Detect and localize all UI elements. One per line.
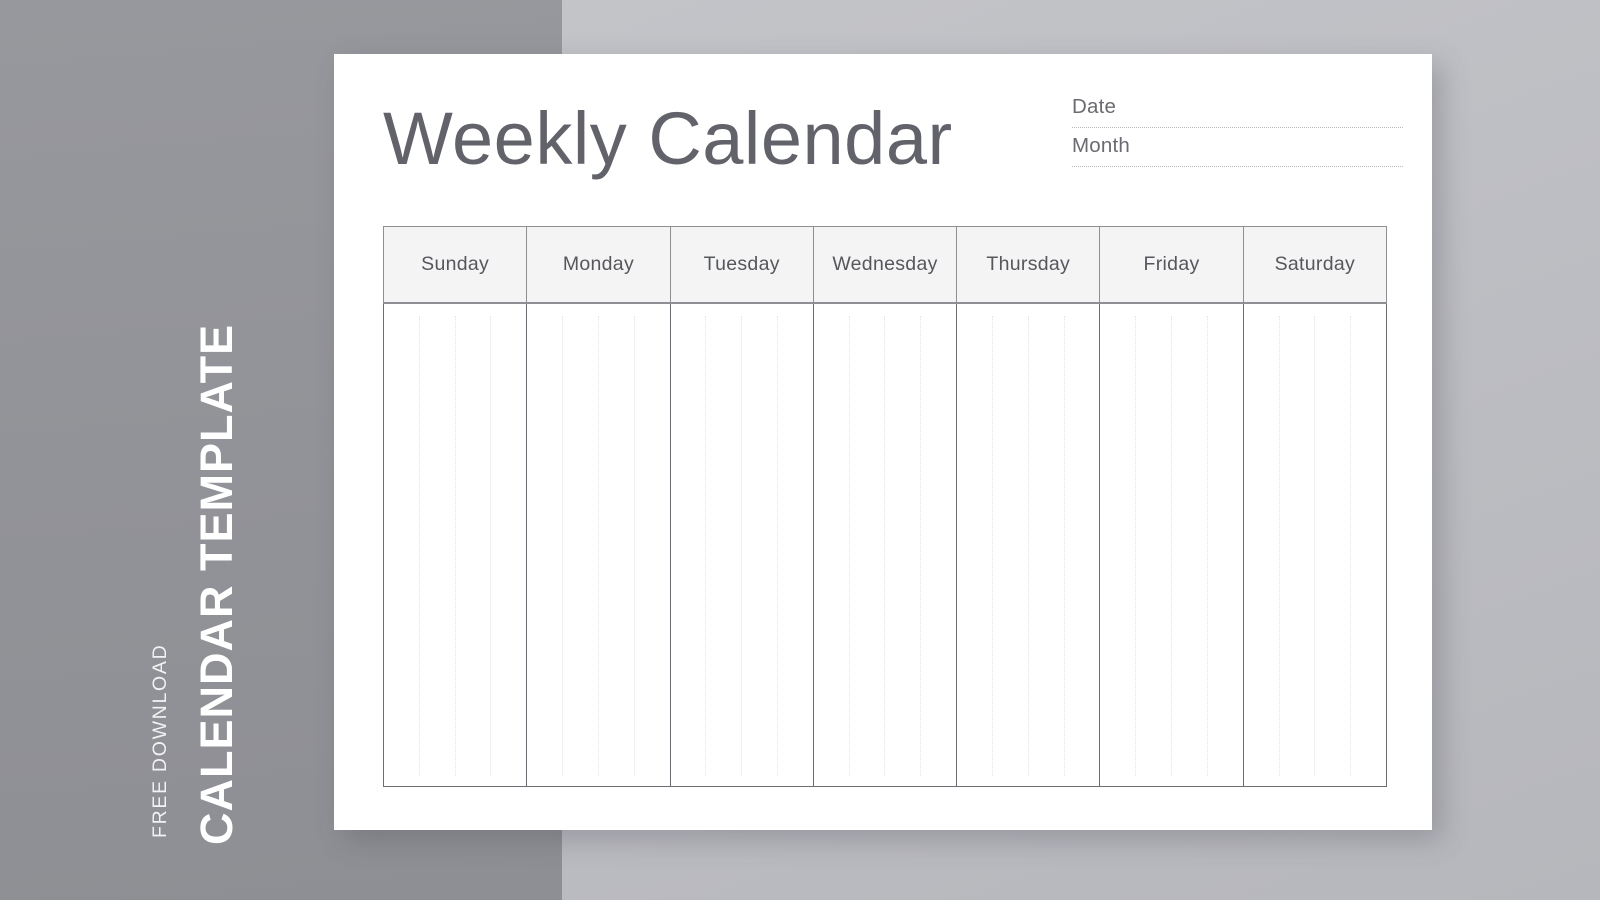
day-header-sunday: Sunday [382,226,528,304]
guide-line [1314,316,1316,776]
guide-line [848,316,850,776]
weekly-calendar-table: Sunday Monday Tuesday Wednesday Thursday… [382,226,1388,787]
meta-fields: Date Month [1072,92,1403,170]
day-cell-sunday[interactable] [382,303,528,787]
guide-line [991,316,993,776]
day-cell-friday[interactable] [1099,303,1244,787]
guide-line [490,316,492,776]
date-field-row: Date [1072,92,1403,131]
guide-line [920,316,922,776]
date-field-label: Date [1072,95,1117,118]
day-cell-thursday[interactable] [956,303,1101,787]
day-header-saturday: Saturday [1242,226,1388,304]
cell-guide-lines [527,316,669,776]
guide-line [1063,316,1065,776]
guide-line [1350,316,1352,776]
month-field-row: Month [1072,131,1403,170]
day-header-tuesday: Tuesday [669,226,814,304]
day-header-wednesday: Wednesday [812,226,958,304]
cell-guide-lines [814,316,956,776]
calendar-body-row [382,303,1388,787]
cell-guide-lines [671,316,813,776]
guide-line [597,316,599,776]
calendar-header-row: Sunday Monday Tuesday Wednesday Thursday… [382,226,1388,304]
day-header-thursday: Thursday [956,226,1101,304]
day-header-monday: Monday [526,226,671,304]
day-cell-monday[interactable] [526,303,671,787]
guide-line [1171,316,1173,776]
guide-line [1278,316,1280,776]
day-cell-tuesday[interactable] [669,303,814,787]
cell-guide-lines [1100,316,1242,776]
cell-guide-lines [1244,316,1386,776]
guide-line [454,316,456,776]
guide-line [1135,316,1137,776]
guide-line [562,316,564,776]
day-header-friday: Friday [1099,226,1244,304]
guide-line [741,316,743,776]
month-field-label: Month [1072,134,1130,157]
guide-line [1027,316,1029,776]
date-field-rule[interactable] [1072,127,1403,128]
day-cell-saturday[interactable] [1242,303,1388,787]
day-cell-wednesday[interactable] [812,303,958,787]
guide-line [884,316,886,776]
guide-line [777,316,778,776]
poster-stage: FREE DOWNLOAD CALENDAR TEMPLATE Weekly C… [0,0,1600,900]
page-title: Weekly Calendar [383,97,953,180]
month-field-rule[interactable] [1072,166,1403,167]
cell-guide-lines [957,316,1099,776]
guide-line [1206,316,1208,776]
calendar-sheet: Weekly Calendar Date Month Sunday Monday… [334,54,1432,830]
guide-line [418,316,420,776]
cell-guide-lines [384,316,526,776]
sheet-header: Weekly Calendar Date Month [383,92,1403,222]
guide-line [633,316,635,776]
guide-line [705,316,707,776]
